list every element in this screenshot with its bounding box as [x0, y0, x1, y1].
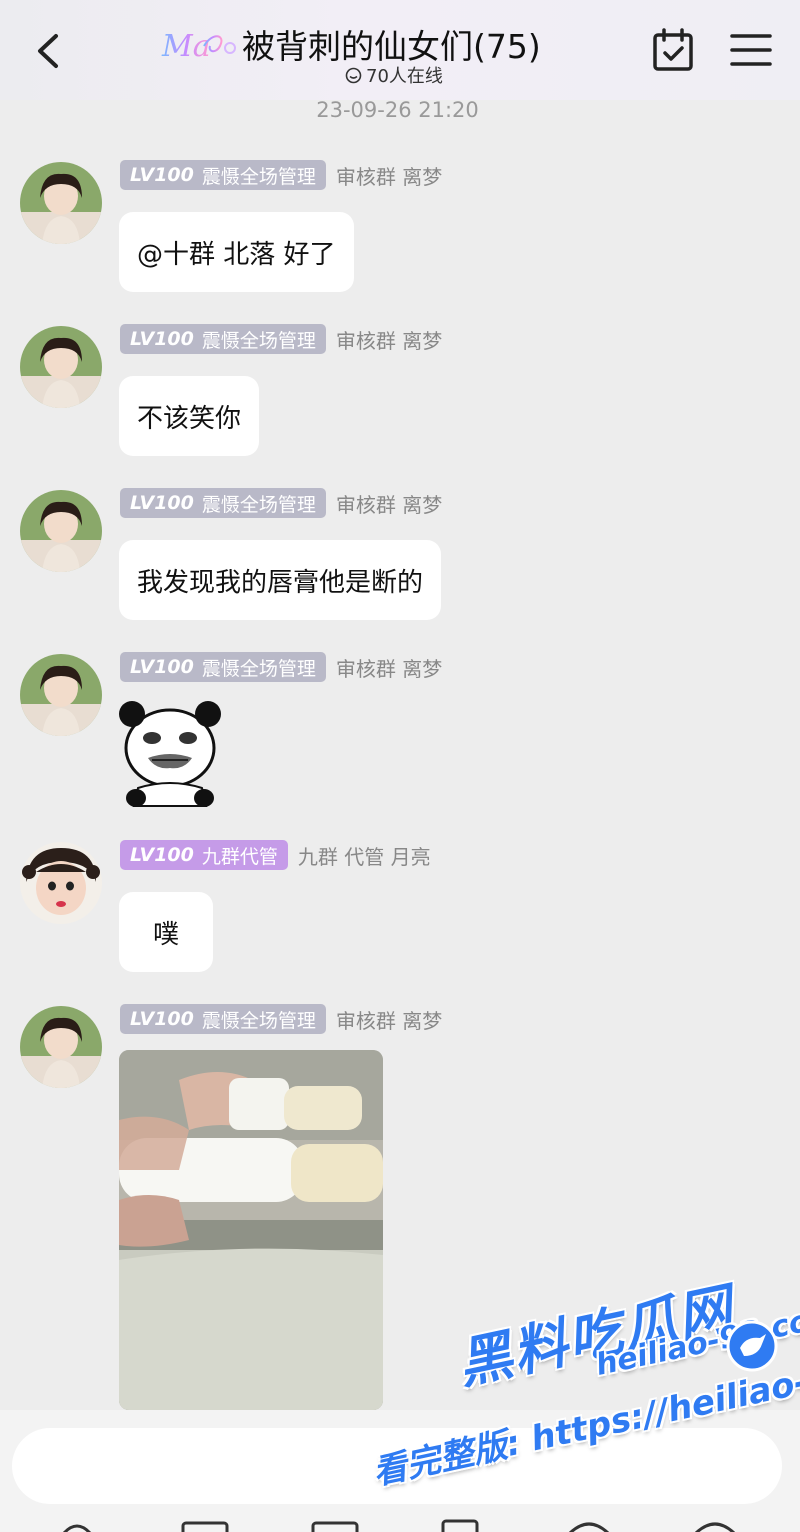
member-level-badge: LV100 震慑全场管理 [120, 488, 326, 518]
message-text: 不该笑你 [137, 403, 242, 434]
voice-tool-icon[interactable] [52, 1518, 102, 1532]
sender-name: 审核群 离梦 [335, 492, 443, 517]
group-title: 被背刺的仙女们(75) [242, 27, 541, 66]
avatar[interactable] [20, 1006, 102, 1088]
sender-name: 九群 代管 月亮 [297, 844, 431, 869]
message-meta: LV100 震慑全场管理 审核群 离梦 [120, 324, 442, 354]
message-bubble[interactable]: 噗 [119, 892, 213, 972]
group-info[interactable]: Ma 被背刺的仙女们(75) 70人在线 [160, 18, 600, 88]
member-level-badge: LV100 震慑全场管理 [120, 324, 326, 354]
level-label: LV100 [130, 164, 194, 186]
message-meta: LV100 震慑全场管理 审核群 离梦 [120, 652, 442, 682]
avatar[interactable] [20, 654, 102, 736]
more-tool-icon[interactable] [690, 1518, 740, 1532]
role-label: 震慑全场管理 [201, 329, 316, 352]
logo-text: Ma [161, 29, 211, 64]
role-label: 震慑全场管理 [201, 1009, 316, 1032]
message-meta: LV100 九群代管 九群 代管 月亮 [120, 840, 431, 870]
calendar-button[interactable] [650, 26, 696, 74]
role-label: 震慑全场管理 [201, 165, 316, 188]
smiley-icon [345, 67, 362, 83]
online-status: 70人在线 [345, 62, 443, 88]
role-label: 震慑全场管理 [201, 657, 316, 680]
sender-name: 审核群 离梦 [335, 656, 443, 681]
avatar[interactable] [20, 842, 102, 924]
level-label: LV100 [130, 656, 194, 678]
message-text: 我发现我的唇膏他是断的 [137, 567, 424, 598]
avatar[interactable] [20, 490, 102, 572]
emoji-tool-icon[interactable] [564, 1518, 614, 1532]
sender-name: 审核群 离梦 [335, 328, 443, 353]
level-label: LV100 [130, 1008, 194, 1030]
member-level-badge: LV100 震慑全场管理 [120, 160, 326, 190]
message-bubble[interactable]: 不该笑你 [119, 376, 260, 456]
level-label: LV100 [130, 844, 194, 866]
menu-button[interactable] [728, 30, 774, 70]
camera-tool-icon[interactable] [310, 1518, 360, 1532]
message-meta: LV100 震慑全场管理 审核群 离梦 [120, 488, 442, 518]
member-level-badge: LV100 震慑全场管理 [120, 652, 326, 682]
level-label: LV100 [130, 328, 194, 350]
role-label: 九群代管 [201, 845, 278, 868]
avatar[interactable] [20, 326, 102, 408]
level-label: LV100 [130, 492, 194, 514]
sender-name: 审核群 离梦 [335, 164, 443, 189]
role-label: 震慑全场管理 [201, 493, 316, 516]
panda-meme-sticker[interactable] [114, 698, 226, 810]
message-text: 噗 [152, 919, 179, 950]
member-level-badge: LV100 九群代管 [120, 840, 288, 870]
image-tool-icon[interactable] [180, 1518, 230, 1532]
group-logo: Ma [160, 22, 238, 66]
watermark-bird-icon [724, 1318, 780, 1374]
file-tool-icon[interactable] [440, 1518, 490, 1532]
message-text: @十群 北落 好了 [137, 239, 336, 270]
message-timestamp: 23-09-26 21:20 [316, 98, 479, 122]
message-meta: LV100 震慑全场管理 审核群 离梦 [120, 160, 442, 190]
back-button[interactable] [28, 26, 72, 76]
chat-header: Ma 被背刺的仙女们(75) 70人在线 [0, 0, 800, 100]
lip-balm-photo[interactable] [119, 1050, 383, 1410]
chevron-left-icon [38, 34, 58, 68]
hamburger-icon [730, 34, 772, 66]
sender-name: 审核群 离梦 [335, 1008, 443, 1033]
message-bubble[interactable]: @十群 北落 好了 [119, 212, 354, 292]
calendar-check-icon [653, 28, 693, 71]
online-count: 70人在线 [366, 66, 443, 87]
message-bubble[interactable]: 我发现我的唇膏他是断的 [119, 540, 442, 620]
message-meta: LV100 震慑全场管理 审核群 离梦 [120, 1004, 442, 1034]
member-level-badge: LV100 震慑全场管理 [120, 1004, 326, 1034]
avatar[interactable] [20, 162, 102, 244]
